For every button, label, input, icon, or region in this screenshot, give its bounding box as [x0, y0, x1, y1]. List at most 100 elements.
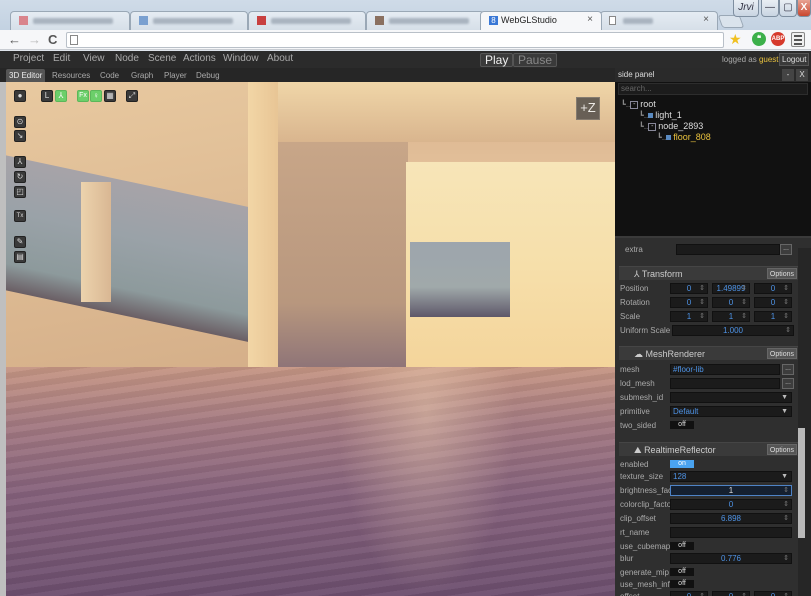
- use-cubemap-toggle[interactable]: off: [670, 542, 694, 550]
- profile-button[interactable]: Jrvi: [733, 0, 759, 17]
- transform-options-button[interactable]: Options: [766, 268, 797, 279]
- two-sided-toggle[interactable]: off: [670, 421, 694, 429]
- collapse-toggle[interactable]: -: [630, 100, 639, 109]
- menu-actions[interactable]: Actions: [183, 53, 216, 64]
- axis-cube-gizmo[interactable]: +Z: [576, 97, 600, 120]
- close-window-button[interactable]: X: [797, 0, 811, 17]
- brightness-factor-input[interactable]: 1 ⇕: [670, 485, 792, 496]
- tree-node-node-2893[interactable]: ┗.. - node_2893: [639, 121, 703, 132]
- extra-input[interactable]: [676, 244, 780, 255]
- lod-mesh-browse-button[interactable]: ...: [782, 378, 794, 389]
- play-button[interactable]: Play: [480, 53, 514, 67]
- rotate-icon[interactable]: ↻: [14, 171, 26, 183]
- record-icon[interactable]: ●: [14, 90, 26, 102]
- generate-mipmaps-toggle[interactable]: off: [670, 568, 694, 576]
- rotation-z-input[interactable]: 0 ⇕: [754, 297, 792, 308]
- reload-button[interactable]: C: [48, 32, 57, 48]
- blur-input[interactable]: 0.776 ⇕: [670, 553, 792, 564]
- move-gizmo-icon[interactable]: ⅄: [14, 156, 26, 168]
- select-move-icon[interactable]: ↘: [14, 130, 26, 142]
- rotation-x-input[interactable]: 0 ⇕: [670, 297, 708, 308]
- inspector-scrollbar[interactable]: [798, 248, 811, 596]
- tab-code[interactable]: Code: [97, 69, 122, 82]
- offset-x-input[interactable]: 0⇕: [670, 591, 708, 596]
- logout-button[interactable]: Logout: [779, 53, 810, 66]
- inspector-scrollbar-thumb[interactable]: [798, 428, 805, 538]
- offset-y-input[interactable]: 0⇕: [712, 591, 750, 596]
- adblock-extension-icon[interactable]: ABP: [771, 32, 785, 46]
- offset-z-input[interactable]: 0⇕: [754, 591, 792, 596]
- browser-tab[interactable]: [366, 11, 484, 30]
- tab-debug[interactable]: Debug: [193, 69, 223, 82]
- scale-x-input[interactable]: 1 ⇕: [670, 311, 708, 322]
- pause-button[interactable]: Pause: [513, 53, 558, 67]
- reflector-section-header[interactable]: ⛰ RealtimeReflector Options: [619, 442, 798, 456]
- mesh-input[interactable]: #floor-lib: [670, 364, 780, 375]
- meshrenderer-section-header[interactable]: ☁ MeshRenderer Options: [619, 346, 798, 360]
- fx-icon[interactable]: Fx: [77, 90, 89, 102]
- 3d-viewport[interactable]: ● L ⅄ Fx ♀ ▦ ⤢ ⊙ ↘ ⅄ ↻ ◰ Tx ✎ ▤: [6, 82, 615, 596]
- primitive-select[interactable]: Default ▼: [670, 406, 792, 417]
- axis-icon[interactable]: L: [41, 90, 53, 102]
- tree-node-light[interactable]: ┗.. light_1: [639, 110, 682, 121]
- rotation-y-input[interactable]: 0 ⇕: [712, 297, 750, 308]
- light-bulb-icon[interactable]: ♀: [90, 90, 102, 102]
- browser-menu-icon[interactable]: [791, 32, 805, 47]
- select-icon[interactable]: ⊙: [14, 116, 26, 128]
- tab-3d-editor[interactable]: 3D Editor: [6, 69, 46, 82]
- tab-graph[interactable]: Graph: [128, 69, 156, 82]
- side-panel-close-button[interactable]: X: [796, 69, 808, 81]
- text-tool-icon[interactable]: Tx: [14, 210, 26, 222]
- minimize-button[interactable]: —: [761, 0, 779, 17]
- side-panel-minimize-button[interactable]: -: [782, 69, 794, 81]
- submesh-id-select[interactable]: ▼: [670, 392, 792, 403]
- texture-size-select[interactable]: 128 ▼: [670, 471, 792, 482]
- extra-browse-button[interactable]: ...: [780, 244, 792, 255]
- collapse-toggle[interactable]: -: [648, 122, 657, 131]
- back-button[interactable]: ←: [8, 32, 21, 48]
- position-y-input[interactable]: 1.49899 ⇕: [712, 283, 750, 294]
- browser-tab[interactable]: [248, 11, 366, 30]
- scene-search-input[interactable]: search...: [618, 83, 808, 95]
- bookmark-star-icon[interactable]: ★: [729, 31, 742, 47]
- hangouts-extension-icon[interactable]: ❝: [752, 32, 766, 46]
- use-mesh-info-toggle[interactable]: off: [670, 580, 694, 588]
- address-bar[interactable]: [66, 32, 724, 48]
- reflector-options-button[interactable]: Options: [766, 444, 797, 455]
- uniform-scale-input[interactable]: 1.000 ⇕: [672, 325, 794, 336]
- tab-close-icon[interactable]: ×: [703, 14, 709, 25]
- rt-name-input[interactable]: [670, 527, 792, 538]
- browser-tab[interactable]: [130, 11, 248, 30]
- browser-tab-webglstudio[interactable]: 8 WebGLStudio ×: [480, 11, 602, 30]
- menu-window[interactable]: Window: [223, 53, 259, 64]
- clip-offset-input[interactable]: 6.898 ⇕: [670, 513, 792, 524]
- tree-node-root[interactable]: ┗.. - root: [621, 99, 656, 110]
- fullscreen-icon[interactable]: ⤢: [126, 90, 138, 102]
- menu-edit[interactable]: Edit: [53, 53, 70, 64]
- tree-node-floor[interactable]: ┗.. floor_808: [657, 132, 711, 143]
- tab-resources[interactable]: Resources: [49, 69, 93, 82]
- forward-button[interactable]: →: [28, 32, 41, 48]
- grid-icon[interactable]: ▦: [104, 90, 116, 102]
- menu-about[interactable]: About: [267, 53, 293, 64]
- meshrenderer-options-button[interactable]: Options: [766, 348, 797, 359]
- scale-z-input[interactable]: 1 ⇕: [754, 311, 792, 322]
- tab-close-icon[interactable]: ×: [587, 14, 593, 25]
- tab-player[interactable]: Player: [161, 69, 190, 82]
- menu-view[interactable]: View: [83, 53, 105, 64]
- menu-project[interactable]: Project: [13, 53, 44, 64]
- graph-nodes-icon[interactable]: ⅄: [55, 90, 67, 102]
- menu-scene[interactable]: Scene: [148, 53, 176, 64]
- browser-tab[interactable]: [10, 11, 130, 30]
- colorclip-factor-input[interactable]: 0 ⇕: [670, 499, 792, 510]
- clipboard-icon[interactable]: ▤: [14, 251, 26, 263]
- position-z-input[interactable]: 0 ⇕: [754, 283, 792, 294]
- scale-y-input[interactable]: 1 ⇕: [712, 311, 750, 322]
- wand-icon[interactable]: ✎: [14, 236, 26, 248]
- transform-section-header[interactable]: ⅄ Transform Options: [619, 266, 798, 280]
- menu-node[interactable]: Node: [115, 53, 139, 64]
- maximize-button[interactable]: ▢: [779, 0, 797, 17]
- enabled-toggle[interactable]: on: [670, 460, 694, 468]
- mesh-browse-button[interactable]: ...: [782, 364, 794, 375]
- position-x-input[interactable]: 0 ⇕: [670, 283, 708, 294]
